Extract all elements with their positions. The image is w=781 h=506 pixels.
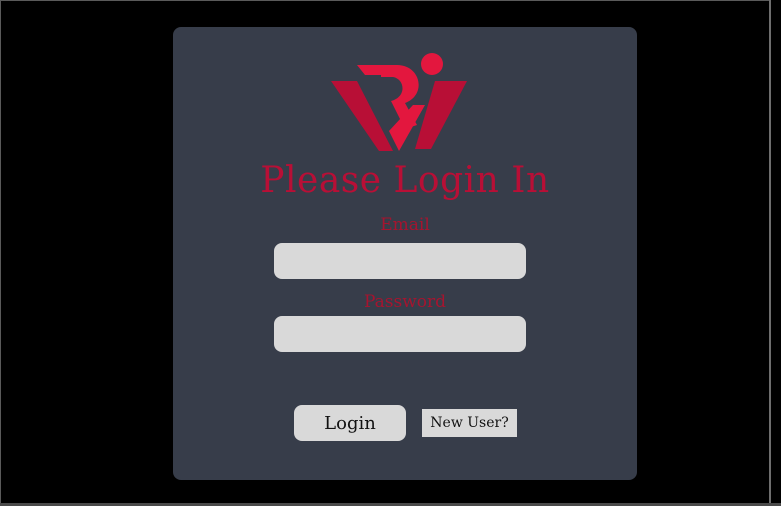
email-field[interactable] xyxy=(274,243,526,279)
page-viewport: Please Login In Email Password Login New… xyxy=(0,0,769,503)
login-card: Please Login In Email Password Login New… xyxy=(173,27,637,480)
login-button[interactable]: Login xyxy=(294,405,406,441)
page-title: Please Login In xyxy=(260,160,550,201)
logo-dot xyxy=(421,53,443,75)
window-right-edge xyxy=(769,0,781,506)
password-label: Password xyxy=(363,292,447,312)
new-user-button[interactable]: New User? xyxy=(422,409,517,437)
logo-right-stroke xyxy=(415,81,467,149)
logo-left-stroke xyxy=(331,81,393,151)
ri-logo-icon xyxy=(331,53,467,151)
password-field[interactable] xyxy=(274,316,526,352)
email-label: Email xyxy=(380,215,430,235)
